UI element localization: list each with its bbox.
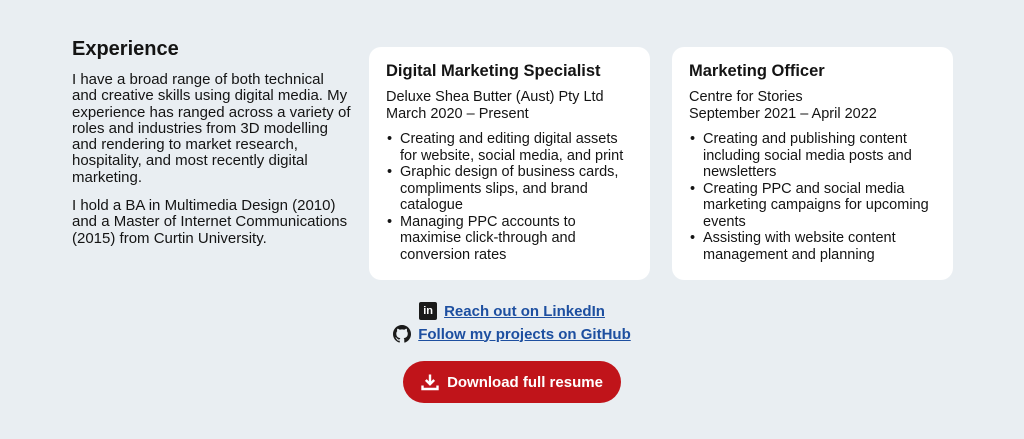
linkedin-icon[interactable]: in [419,302,438,320]
github-row: Follow my projects on GitHub [0,323,1024,345]
download-resume-label: Download full resume [447,373,603,391]
education-summary: I hold a BA in Multimedia Design (2010) … [72,197,348,247]
job-dates: March 2020 – Present [386,105,529,122]
job-company: Deluxe Shea Butter (Aust) Pty Ltd [386,89,604,105]
job-title: Marketing Officer [689,62,825,80]
job-card-marketing-officer: Marketing Officer Centre for Stories Sep… [672,47,953,280]
experience-summary: I have a broad range of both technical a… [72,71,351,186]
job-duties-list: Creating and publishing content includin… [689,131,937,263]
job-duty: Creating and editing digital assets for … [386,131,634,164]
job-duty: Assisting with website content managemen… [689,230,937,263]
download-icon [421,374,439,391]
job-duty: Graphic design of business cards, compli… [386,164,634,214]
job-duty: Creating and publishing content includin… [689,131,937,181]
linkedin-link[interactable]: Reach out on LinkedIn [444,303,605,320]
job-dates: September 2021 – April 2022 [689,105,877,122]
job-title: Digital Marketing Specialist [386,62,601,80]
experience-intro: Experience I have a broad range of both … [72,38,352,259]
job-company: Centre for Stories [689,89,803,105]
github-icon[interactable] [393,325,412,343]
download-resume-button[interactable]: Download full resume [403,361,621,403]
job-duties-list: Creating and editing digital assets for … [386,131,634,263]
social-links: in Reach out on LinkedIn Follow my proje… [0,300,1024,346]
linkedin-row: in Reach out on LinkedIn [0,300,1024,322]
github-link[interactable]: Follow my projects on GitHub [418,326,631,343]
job-duty: Creating PPC and social media marketing … [689,181,937,231]
resume-page: Experience I have a broad range of both … [0,0,1024,439]
experience-heading: Experience [72,38,179,60]
job-duty: Managing PPC accounts to maximise click-… [386,214,634,264]
job-card-digital-marketing-specialist: Digital Marketing Specialist Deluxe Shea… [369,47,650,280]
